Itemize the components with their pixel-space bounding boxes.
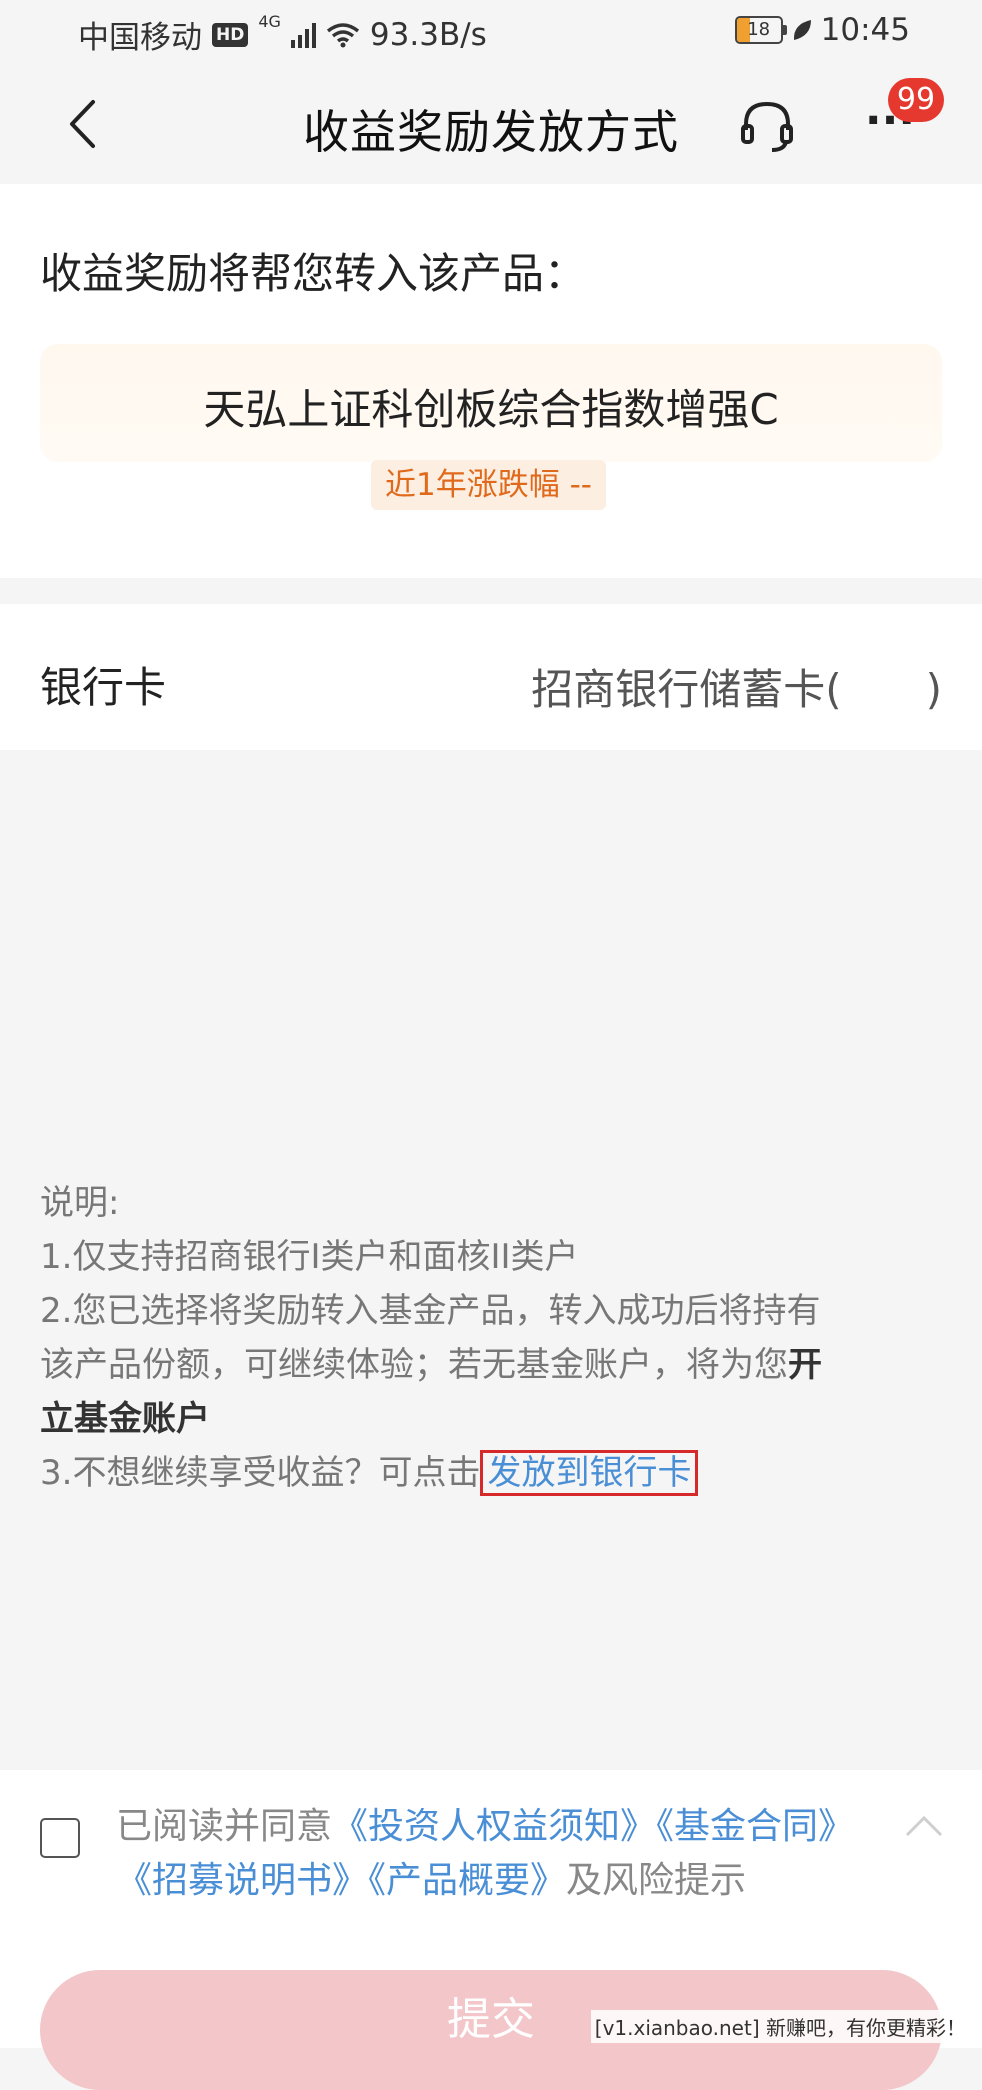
nav-bar: 收益奖励发放方式 ··· [0, 66, 982, 184]
explanation-line-3: 该产品份额，可继续体验；若无基金账户，将为您开 [40, 1338, 942, 1392]
bank-card-label: 银行卡 [40, 663, 167, 712]
headset-icon [741, 101, 793, 152]
wifi-icon [326, 22, 360, 47]
status-bar: 中国移动 HD 4G 93.3B/s 18 10:45 [0, 0, 982, 66]
chevron-up-icon [905, 1815, 943, 1837]
network-label: 4G [258, 12, 281, 31]
bank-card-row[interactable]: 银行卡 招商银行储蓄卡( ) [0, 604, 982, 750]
bottom-panel: 已阅读并同意《投资人权益须知》《基金合同》《招募说明书》《产品概要》及风险提示 … [0, 1770, 982, 2090]
product-summary-link[interactable]: 《产品概要》 [368, 1860, 566, 1901]
agreement-text: 已阅读并同意《投资人权益须知》《基金合同》《招募说明书》《产品概要》及风险提示 [116, 1800, 896, 1908]
explanation-line-3-bold: 开 [788, 1345, 822, 1385]
agree-checkbox[interactable] [40, 1818, 80, 1858]
explanation-heading: 说明: [40, 1183, 120, 1223]
product-card: 收益奖励将帮您转入该产品： 天弘上证科创板综合指数增强C 近1年涨跌幅 -- [0, 184, 982, 578]
carrier-label: 中国移动 [78, 20, 202, 56]
prospectus-link[interactable]: 《招募说明书》 [116, 1860, 368, 1901]
agreement-suffix: 及风险提示 [566, 1860, 747, 1901]
issue-to-bank-card-link[interactable]: 发放到银行卡 [480, 1450, 699, 1496]
customer-service-button[interactable] [738, 96, 796, 154]
product-intro: 收益奖励将帮您转入该产品： [40, 249, 587, 298]
explanation-line-3-text: 该产品份额，可继续体验；若无基金账户，将为您 [40, 1345, 788, 1385]
explanation-line-5: 3.不想继续享受收益？可点击 发放到银行卡 [40, 1446, 942, 1500]
network-speed: 93.3B/s [369, 16, 487, 53]
status-left: 中国移动 HD 4G 93.3B/s [78, 12, 487, 57]
product-name: 天弘上证科创板综合指数增强C [203, 385, 779, 434]
page-title: 收益奖励发放方式 [303, 105, 679, 159]
explanation-line-4: 立基金账户 [40, 1392, 942, 1446]
explanation-section: 说明: 1.仅支持招商银行I类户和面核II类户 2.您已选择将奖励转入基金产品，… [40, 1176, 942, 1500]
agreement-prefix: 已阅读并同意 [116, 1806, 333, 1847]
status-right: 18 10:45 [734, 12, 910, 48]
signal-icon [290, 22, 316, 48]
fund-contract-link[interactable]: 《基金合同》 [656, 1806, 854, 1847]
explanation-line-5-text: 3.不想继续享受收益？可点击 [40, 1453, 481, 1493]
explanation-line-1: 1.仅支持招商银行I类户和面核II类户 [40, 1237, 579, 1277]
performance-tag: 近1年涨跌幅 -- [371, 460, 606, 510]
explanation-line-2: 2.您已选择将奖励转入基金产品，转入成功后将持有 [40, 1291, 821, 1331]
clock: 10:45 [820, 12, 910, 48]
bank-card-value: 招商银行储蓄卡( ) [531, 665, 942, 714]
battery-level: 18 [747, 19, 771, 40]
expand-toggle[interactable] [904, 1814, 944, 1838]
battery-icon: 18 [734, 16, 787, 44]
notification-badge: 99 [888, 78, 944, 122]
investor-rights-link[interactable]: 《投资人权益须知》 [332, 1806, 656, 1847]
hd-icon: HD [212, 22, 249, 47]
watermark: [v1.xianbao.net] 新赚吧，有你更精彩！ [590, 2010, 970, 2043]
leaf-icon [793, 20, 811, 40]
explanation-line-4-bold: 立基金账户 [40, 1399, 210, 1439]
product-box[interactable]: 天弘上证科创板综合指数增强C [40, 344, 942, 462]
